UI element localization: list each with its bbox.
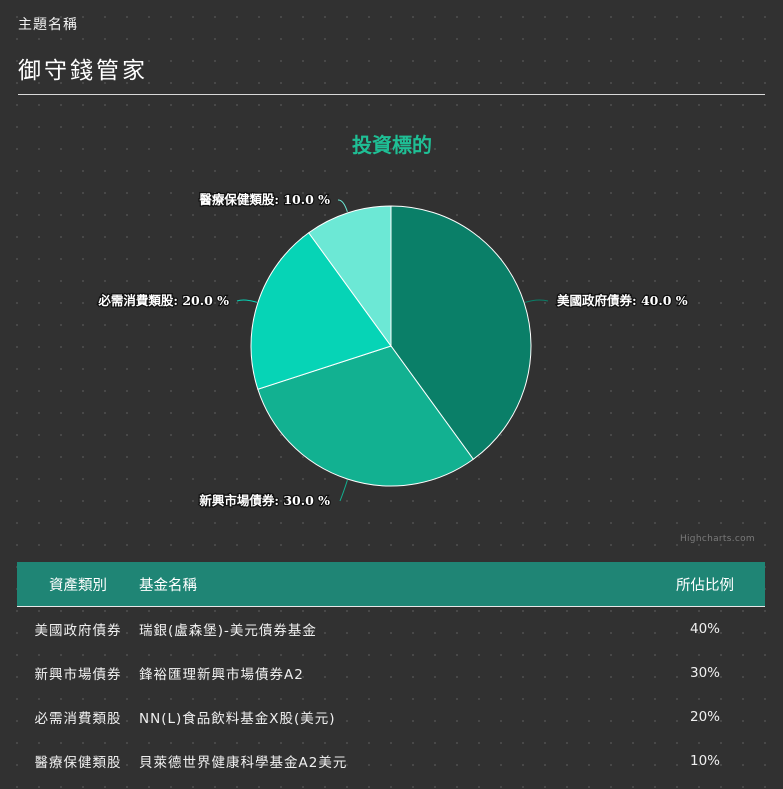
row-category: 美國政府債券: [34, 623, 122, 639]
header-asset-category: 資產類別: [17, 562, 139, 607]
row-percentage: 20%: [689, 709, 720, 725]
row-percentage: 30%: [689, 665, 720, 681]
row-fund-name: 鋒裕匯理新興市場債券A2: [139, 667, 304, 683]
row-percentage: 40%: [689, 621, 720, 637]
row-fund-name: 瑞銀(盧森堡)-美元債券基金: [139, 623, 317, 639]
slice-label: 必需消費類股: 20.0 %: [97, 293, 229, 308]
label-connector: [236, 299, 258, 303]
slice-label: 醫療保健類股: 10.0 %: [199, 192, 330, 207]
label-connector: [337, 199, 348, 213]
slice-label: 美國政府債券: 40.0 %: [557, 293, 688, 308]
table-row: 美國政府債券 瑞銀(盧森堡)-美元債券基金 40%: [17, 607, 765, 652]
table-row: 新興市場債券 鋒裕匯理新興市場債券A2 30%: [17, 651, 765, 695]
header-fund-name: 基金名稱: [139, 562, 645, 607]
fund-allocation-table: 資產類別 基金名稱 所佔比例 美國政府債券 瑞銀(盧森堡)-美元債券基金 40%…: [17, 562, 765, 783]
row-percentage: 10%: [689, 753, 720, 769]
row-category: 新興市場債券: [34, 667, 122, 683]
label-connector: [524, 299, 549, 303]
table-row: 醫療保健類股 貝萊德世界健康科學基金A2美元 10%: [17, 739, 765, 783]
row-category: 必需消費類股: [34, 711, 122, 727]
chart-credit[interactable]: Highcharts.com: [680, 534, 755, 544]
slice-label: 新興市場債券: 30.0 %: [199, 493, 330, 508]
table-row: 必需消費類股 NN(L)食品飲料基金X股(美元) 20%: [17, 695, 765, 739]
theme-name: 御守錢管家: [18, 58, 148, 84]
header-percentage: 所佔比例: [645, 562, 765, 607]
table-header-row: 資產類別 基金名稱 所佔比例: [17, 562, 765, 607]
header-divider: [18, 94, 765, 95]
row-fund-name: 貝萊德世界健康科學基金A2美元: [139, 755, 348, 771]
label-connector: [339, 479, 348, 502]
row-fund-name: NN(L)食品飲料基金X股(美元): [139, 711, 336, 727]
row-category: 醫療保健類股: [34, 755, 122, 771]
allocation-pie-chart: 投資標的 美國政府債券: 40.0 % 新興市場債券: 30.0 % 必需消費類股:…: [96, 133, 689, 509]
theme-label: 主題名稱: [18, 17, 78, 33]
chart-title: 投資標的: [352, 133, 432, 157]
pie-slices: [250, 205, 532, 487]
